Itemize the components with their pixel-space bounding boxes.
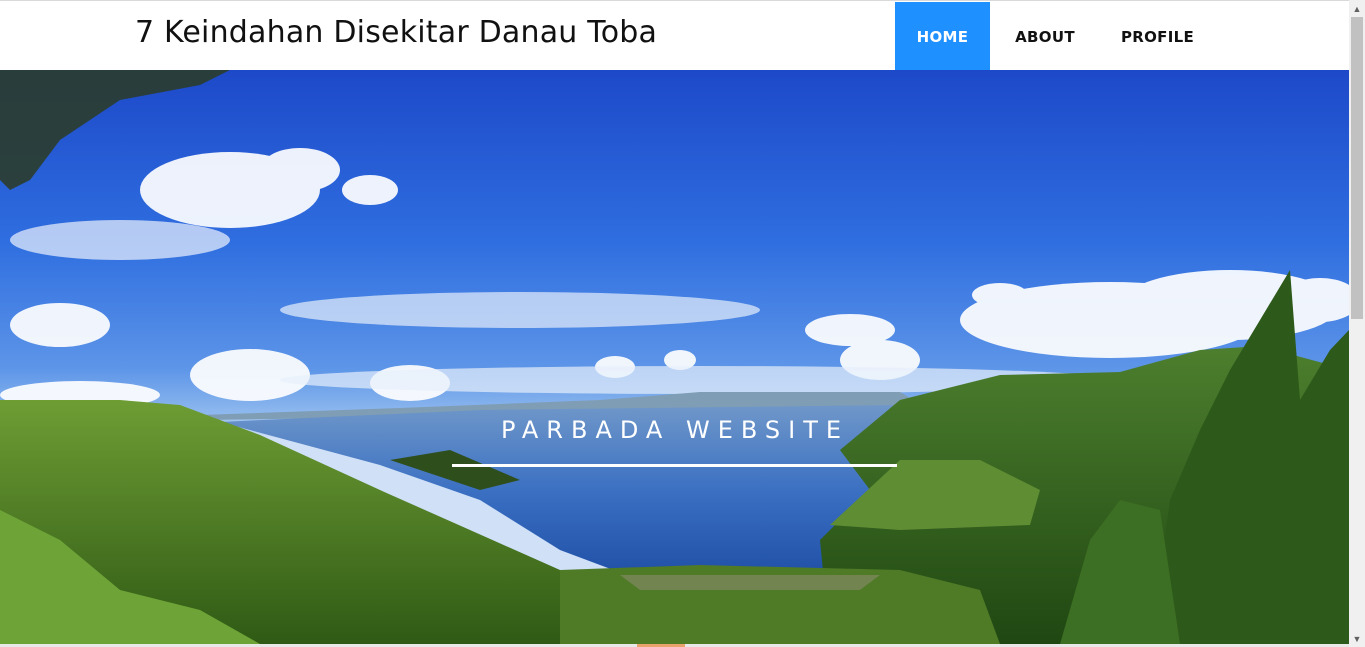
scrollbar-thumb[interactable] [1351, 17, 1363, 319]
hero-banner: PARBADA WEBSITE [0, 70, 1349, 644]
lake-toba-landscape-image [0, 70, 1349, 644]
nav-home-link[interactable]: HOME [895, 2, 990, 71]
page: 7 Keindahan Disekitar Danau Toba HOME AB… [0, 0, 1349, 647]
vertical-scrollbar[interactable]: ▲ ▼ [1349, 0, 1365, 647]
hero-title: PARBADA WEBSITE [500, 416, 850, 444]
triangle-up-icon[interactable]: ▲ [1349, 0, 1365, 17]
nav-profile-link[interactable]: PROFILE [1100, 2, 1215, 71]
site-title: 7 Keindahan Disekitar Danau Toba [135, 15, 658, 50]
nav-about-link[interactable]: ABOUT [990, 2, 1100, 71]
main-nav: HOME ABOUT PROFILE [895, 2, 1215, 71]
triangle-down-icon[interactable]: ▼ [1349, 630, 1365, 647]
top-navigation-bar: 7 Keindahan Disekitar Danau Toba HOME AB… [0, 0, 1349, 71]
hero-divider [452, 464, 897, 467]
